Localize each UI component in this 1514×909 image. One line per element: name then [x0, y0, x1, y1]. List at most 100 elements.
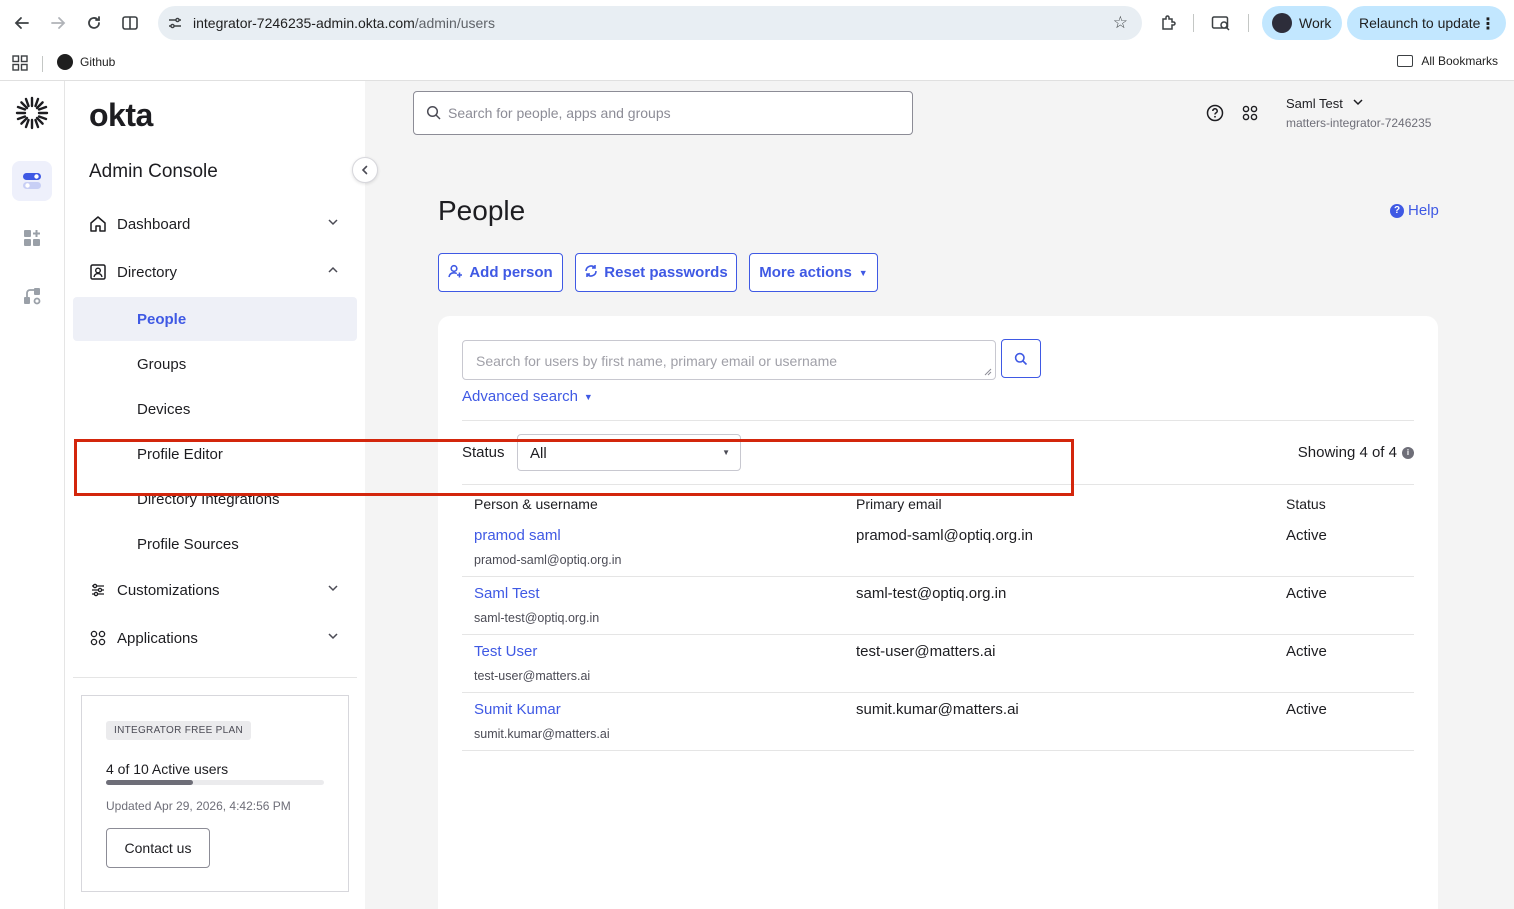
- caret-down-icon: ▼: [858, 267, 868, 278]
- chevron-down-icon: [327, 216, 339, 231]
- sliders-icon: [89, 581, 107, 599]
- main-content: Search for people, apps and groups Saml …: [365, 81, 1514, 909]
- sidebar-divider: [73, 677, 357, 678]
- help-link[interactable]: ? Help: [1390, 202, 1439, 219]
- directory-icon: [89, 263, 107, 281]
- person-email: sumit.kumar@matters.ai: [856, 701, 1019, 718]
- user-menu[interactable]: Saml Test matters-integrator-7246235: [1286, 96, 1431, 130]
- reload-icon[interactable]: [82, 11, 106, 35]
- apps-grid-icon[interactable]: [12, 55, 28, 71]
- relaunch-button[interactable]: Relaunch to update ⋮: [1347, 6, 1506, 40]
- bookmarks-divider: [42, 56, 43, 72]
- advanced-search-toggle[interactable]: Advanced search ▼: [462, 388, 593, 405]
- github-icon: [57, 54, 73, 70]
- sidebar-item-label: Applications: [117, 629, 198, 647]
- bookmark-star-icon[interactable]: ☆: [1113, 13, 1128, 33]
- console-title: Admin Console: [89, 161, 218, 182]
- sidebar-item-customizations[interactable]: Customizations: [73, 570, 357, 610]
- sidebar-item-directory[interactable]: Directory: [73, 252, 357, 292]
- person-name-link[interactable]: Saml Test: [474, 585, 540, 602]
- extensions-icon[interactable]: [1156, 11, 1180, 35]
- chevron-up-icon: [327, 264, 339, 279]
- more-actions-button[interactable]: More actions ▼: [749, 253, 878, 292]
- more-vert-icon[interactable]: ⋮: [1480, 14, 1496, 34]
- apps-add-icon[interactable]: [12, 218, 52, 258]
- bookmark-label: Github: [80, 55, 116, 69]
- okta-logo: okta: [89, 97, 153, 133]
- people-card: Search for users by first name, primary …: [438, 316, 1438, 909]
- sidebar-item-profile-editor[interactable]: Profile Editor: [73, 432, 357, 476]
- add-user-icon: [448, 264, 463, 282]
- add-person-button[interactable]: Add person: [438, 253, 563, 292]
- sidebar-item-label: Directory: [117, 263, 178, 281]
- home-icon: [89, 215, 107, 233]
- divider: [462, 420, 1414, 421]
- sidebar-item-directory-integrations[interactable]: Directory Integrations: [73, 477, 357, 521]
- bookmark-github[interactable]: Github: [57, 54, 115, 70]
- add-person-label: Add person: [469, 264, 553, 281]
- table-row: pramod saml pramod-saml@optiq.org.in pra…: [462, 519, 1414, 577]
- chevron-down-icon: [327, 630, 339, 645]
- table-row: Sumit Kumar sumit.kumar@matters.ai sumit…: [462, 693, 1414, 751]
- column-header-person: Person & username: [474, 496, 598, 512]
- sidebar-item-devices[interactable]: Devices: [73, 387, 357, 431]
- global-search-input[interactable]: Search for people, apps and groups: [413, 91, 913, 135]
- help-circle-icon[interactable]: [1206, 104, 1224, 122]
- person-status: Active: [1286, 701, 1327, 718]
- tab-search-icon[interactable]: [1209, 11, 1233, 35]
- applications-grid-icon: [89, 629, 107, 647]
- person-name-link[interactable]: Sumit Kumar: [474, 701, 561, 718]
- sidebar-item-dashboard[interactable]: Dashboard: [73, 204, 357, 244]
- sidebar-item-label: Devices: [137, 400, 191, 418]
- person-status: Active: [1286, 585, 1327, 602]
- sidebar-item-groups[interactable]: Groups: [73, 342, 357, 386]
- reset-passwords-button[interactable]: Reset passwords: [575, 253, 737, 292]
- search-placeholder: Search for people, apps and groups: [448, 105, 671, 121]
- info-icon[interactable]: i: [1402, 446, 1414, 459]
- search-icon: [1014, 352, 1028, 365]
- apps-grid-icon[interactable]: [1242, 105, 1258, 121]
- browser-toolbar: integrator-7246235-admin.okta.com/admin/…: [0, 0, 1514, 46]
- back-icon[interactable]: [10, 11, 34, 35]
- status-filter-select[interactable]: All ▼: [517, 434, 741, 471]
- sidebar-item-people[interactable]: People: [73, 297, 357, 341]
- sidebar-item-applications[interactable]: Applications: [73, 618, 357, 658]
- profile-label: Work: [1299, 15, 1332, 31]
- table-row: Saml Test saml-test@optiq.org.in saml-te…: [462, 577, 1414, 635]
- contact-us-button[interactable]: Contact us: [106, 828, 210, 868]
- person-email: pramod-saml@optiq.org.in: [856, 527, 1033, 544]
- avatar: [1272, 13, 1292, 33]
- caret-down-icon: ▼: [722, 448, 730, 457]
- reading-mode-icon[interactable]: [118, 11, 142, 35]
- admin-toggle-icon[interactable]: [12, 161, 52, 201]
- forward-icon[interactable]: [46, 11, 70, 35]
- sidebar-item-label: Customizations: [117, 581, 220, 599]
- profile-button[interactable]: Work: [1262, 6, 1342, 40]
- address-bar[interactable]: integrator-7246235-admin.okta.com/admin/…: [158, 6, 1142, 40]
- active-users-text: 4 of 10 Active users: [106, 761, 229, 777]
- resize-grip-icon[interactable]: [984, 368, 992, 376]
- person-username: test-user@matters.ai: [474, 669, 591, 683]
- progress-fill: [106, 780, 194, 785]
- user-search-input[interactable]: Search for users by first name, primary …: [462, 340, 996, 380]
- person-name-link[interactable]: pramod saml: [474, 527, 561, 544]
- status-filter-label: Status: [462, 444, 505, 461]
- active-users-progress: [106, 780, 324, 785]
- sidebar-item-label: Directory Integrations: [137, 490, 280, 508]
- all-bookmarks-button[interactable]: All Bookmarks: [1397, 54, 1498, 68]
- workflow-icon[interactable]: [12, 276, 52, 316]
- person-status: Active: [1286, 527, 1327, 544]
- person-name-link[interactable]: Test User: [474, 643, 537, 660]
- site-settings-icon[interactable]: [166, 14, 184, 32]
- table-row: Test User test-user@matters.ai test-user…: [462, 635, 1414, 693]
- sidebar-item-label: Groups: [137, 355, 187, 373]
- sidebar-item-profile-sources[interactable]: Profile Sources: [73, 522, 357, 566]
- collapse-sidebar-button[interactable]: [352, 157, 378, 183]
- all-bookmarks-label: All Bookmarks: [1421, 54, 1498, 68]
- url-text: integrator-7246235-admin.okta.com/admin/…: [193, 15, 495, 31]
- bookmarks-bar: Github All Bookmarks: [0, 46, 1514, 81]
- search-button[interactable]: [1001, 339, 1041, 378]
- page-title: People: [438, 195, 526, 226]
- more-actions-label: More actions: [759, 264, 852, 281]
- refresh-icon: [584, 264, 598, 281]
